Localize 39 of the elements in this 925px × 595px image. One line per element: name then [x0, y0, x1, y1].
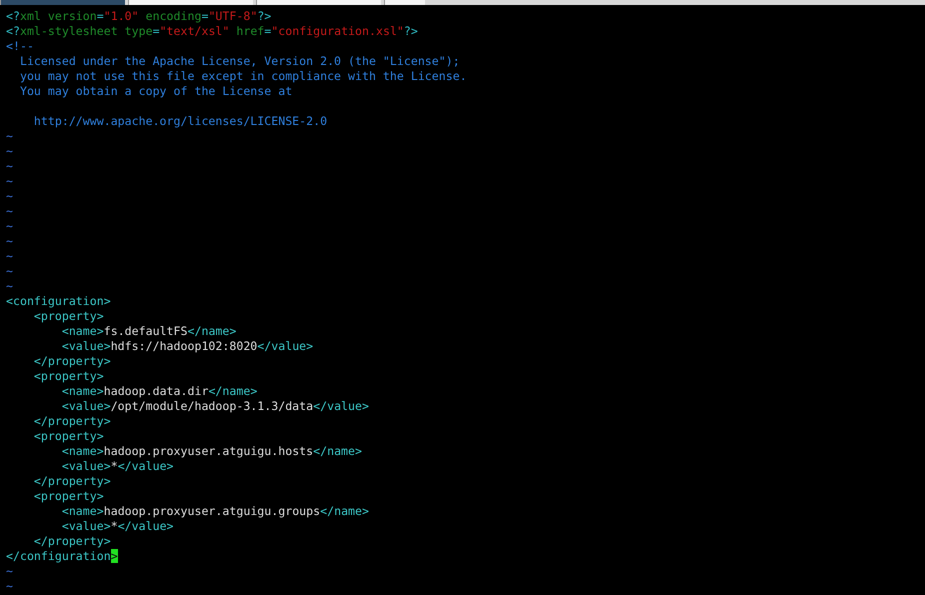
empty-line-marker: ~ [6, 279, 13, 294]
code-line: <!-- [6, 39, 34, 54]
empty-line-marker: ~ [6, 249, 13, 264]
code-line: <value>/opt/module/hadoop-3.1.3/data</value> [60, 399, 369, 414]
code-line: <name>fs.defaultFS</name> [60, 324, 236, 339]
code-line: <configuration> [6, 294, 111, 309]
code-line: <?xml version="1.0" encoding="UTF-8"?> [6, 9, 272, 24]
code-line: <value>hdfs://hadoop102:8020</value> [60, 339, 314, 354]
code-line: You may obtain a copy of the License at [18, 84, 292, 99]
code-line: <name>hadoop.proxyuser.atguigu.hosts</name> [60, 444, 362, 459]
empty-line-marker: ~ [6, 144, 13, 159]
code-line: <name>hadoop.proxyuser.atguigu.groups</name> [60, 504, 369, 519]
code-line: <property> [32, 369, 104, 384]
empty-line-marker: ~ [6, 174, 13, 189]
code-line: Licensed under the Apache License, Version 2.0 (the "License"); [18, 54, 460, 69]
empty-line-marker: ~ [6, 579, 13, 594]
code-line: </property> [32, 474, 111, 489]
empty-line-marker: ~ [6, 234, 13, 249]
code-line: you may not use this file except in compliance with the License. [18, 69, 467, 84]
empty-line-marker: ~ [6, 204, 13, 219]
code-line: <?xml-stylesheet type="text/xsl" href="configuration.xsl"?> [6, 24, 418, 39]
empty-line-marker: ~ [6, 219, 13, 234]
code-line: <name>hadoop.data.dir</name> [60, 384, 258, 399]
empty-line-marker: ~ [6, 264, 13, 279]
code-line: <property> [32, 309, 104, 324]
empty-line-marker: ~ [6, 159, 13, 174]
code-line: </configuration> [6, 549, 118, 564]
code-line: </property> [32, 414, 111, 429]
code-line: </property> [32, 534, 111, 549]
code-line: http://www.apache.org/licenses/LICENSE-2.0 [32, 114, 328, 129]
empty-line-marker: ~ [6, 564, 13, 579]
code-line: <property> [32, 429, 104, 444]
empty-line-marker: ~ [6, 129, 13, 144]
code-line: </property> [32, 354, 111, 369]
code-line: <property> [32, 489, 104, 504]
code-line: <value>*</value> [60, 519, 174, 534]
empty-line-marker: ~ [6, 189, 13, 204]
code-line: <value>*</value> [60, 459, 174, 474]
terminal-tab[interactable] [384, 0, 425, 5]
